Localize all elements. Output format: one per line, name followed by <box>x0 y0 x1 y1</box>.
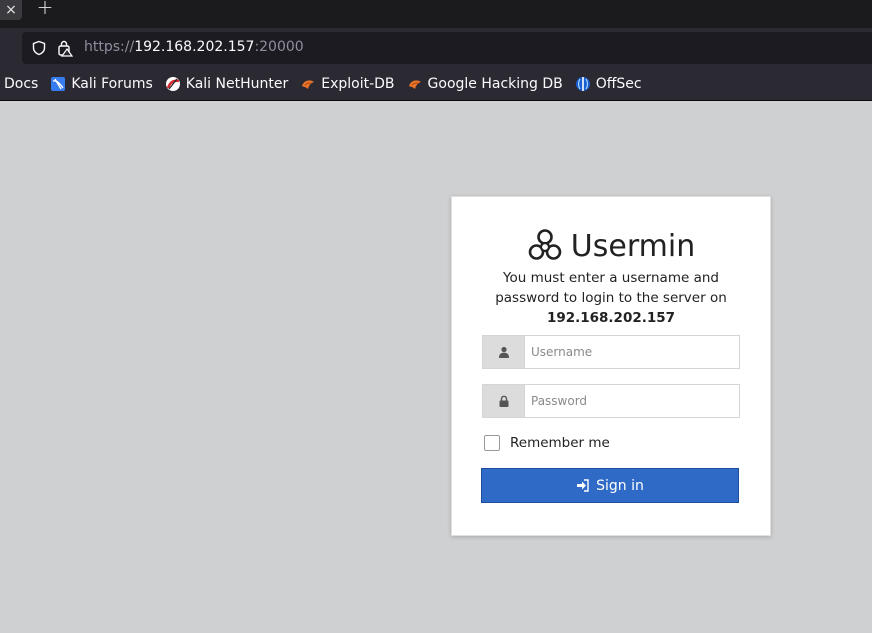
bookmark-label: Kali Forums <box>71 76 153 92</box>
bookmark-label: Docs <box>4 76 39 92</box>
sign-in-label: Sign in <box>596 477 644 494</box>
sign-in-button[interactable]: Sign in <box>481 468 739 503</box>
tab-strip: × + <box>0 0 872 28</box>
sign-in-icon <box>577 479 589 492</box>
bookmark-offsec[interactable]: OffSec <box>575 76 642 92</box>
url-scheme: https:// <box>84 39 135 55</box>
bookmark-kali-forums[interactable]: Kali Forums <box>50 76 153 92</box>
bookmark-label: Exploit-DB <box>321 76 395 92</box>
kali-forums-icon <box>51 77 66 91</box>
shield-icon[interactable] <box>31 40 47 56</box>
server-address: 192.168.202.157 <box>546 310 676 326</box>
username-input[interactable] <box>525 336 739 368</box>
close-tab-icon[interactable]: × <box>0 0 22 20</box>
url-host: 192.168.202.157 <box>134 39 255 55</box>
user-icon <box>498 346 509 358</box>
lock-icon <box>499 395 508 407</box>
url-text[interactable]: https://192.168.202.157:20000 <box>84 39 304 55</box>
username-group <box>482 335 740 369</box>
login-message-text: You must enter a username and password t… <box>495 270 727 306</box>
username-addon <box>483 336 525 368</box>
bookmark-label: OffSec <box>595 76 642 92</box>
lock-warning-icon[interactable] <box>57 39 73 57</box>
app-title: Usermin <box>570 228 696 264</box>
login-title: Usermin <box>452 227 770 265</box>
offsec-icon <box>575 77 590 91</box>
remember-me[interactable]: Remember me <box>484 435 610 451</box>
bookmark-exploit-db[interactable]: Exploit-DB <box>300 76 395 92</box>
bookmark-google-hacking-db[interactable]: Google Hacking DB <box>407 76 563 92</box>
new-tab-button[interactable]: + <box>35 0 55 17</box>
bookmark-label: Google Hacking DB <box>427 76 563 92</box>
login-card: Usermin You must enter a username and pa… <box>451 196 771 536</box>
usermin-logo-icon <box>528 229 562 260</box>
kali-nethunter-icon <box>165 77 180 91</box>
exploit-db-icon <box>302 80 315 89</box>
bookmark-kali-nethunter[interactable]: Kali NetHunter <box>165 76 288 92</box>
bookmark-docs[interactable]: Docs <box>4 76 38 92</box>
bookmarks-toolbar: Docs Kali Forums Kali NetHunter Exploit-… <box>0 68 872 101</box>
password-input[interactable] <box>525 385 739 417</box>
google-hacking-db-icon <box>408 80 421 89</box>
password-addon <box>483 385 525 417</box>
remember-me-label: Remember me <box>510 435 610 451</box>
login-message: You must enter a username and password t… <box>492 268 730 328</box>
address-bar[interactable]: https://192.168.202.157:20000 <box>22 32 872 64</box>
bookmark-label: Kali NetHunter <box>185 76 289 92</box>
remember-me-checkbox[interactable] <box>484 435 500 451</box>
navigation-bar: https://192.168.202.157:20000 <box>0 28 872 68</box>
url-port: :20000 <box>254 39 304 55</box>
password-group <box>482 384 740 418</box>
